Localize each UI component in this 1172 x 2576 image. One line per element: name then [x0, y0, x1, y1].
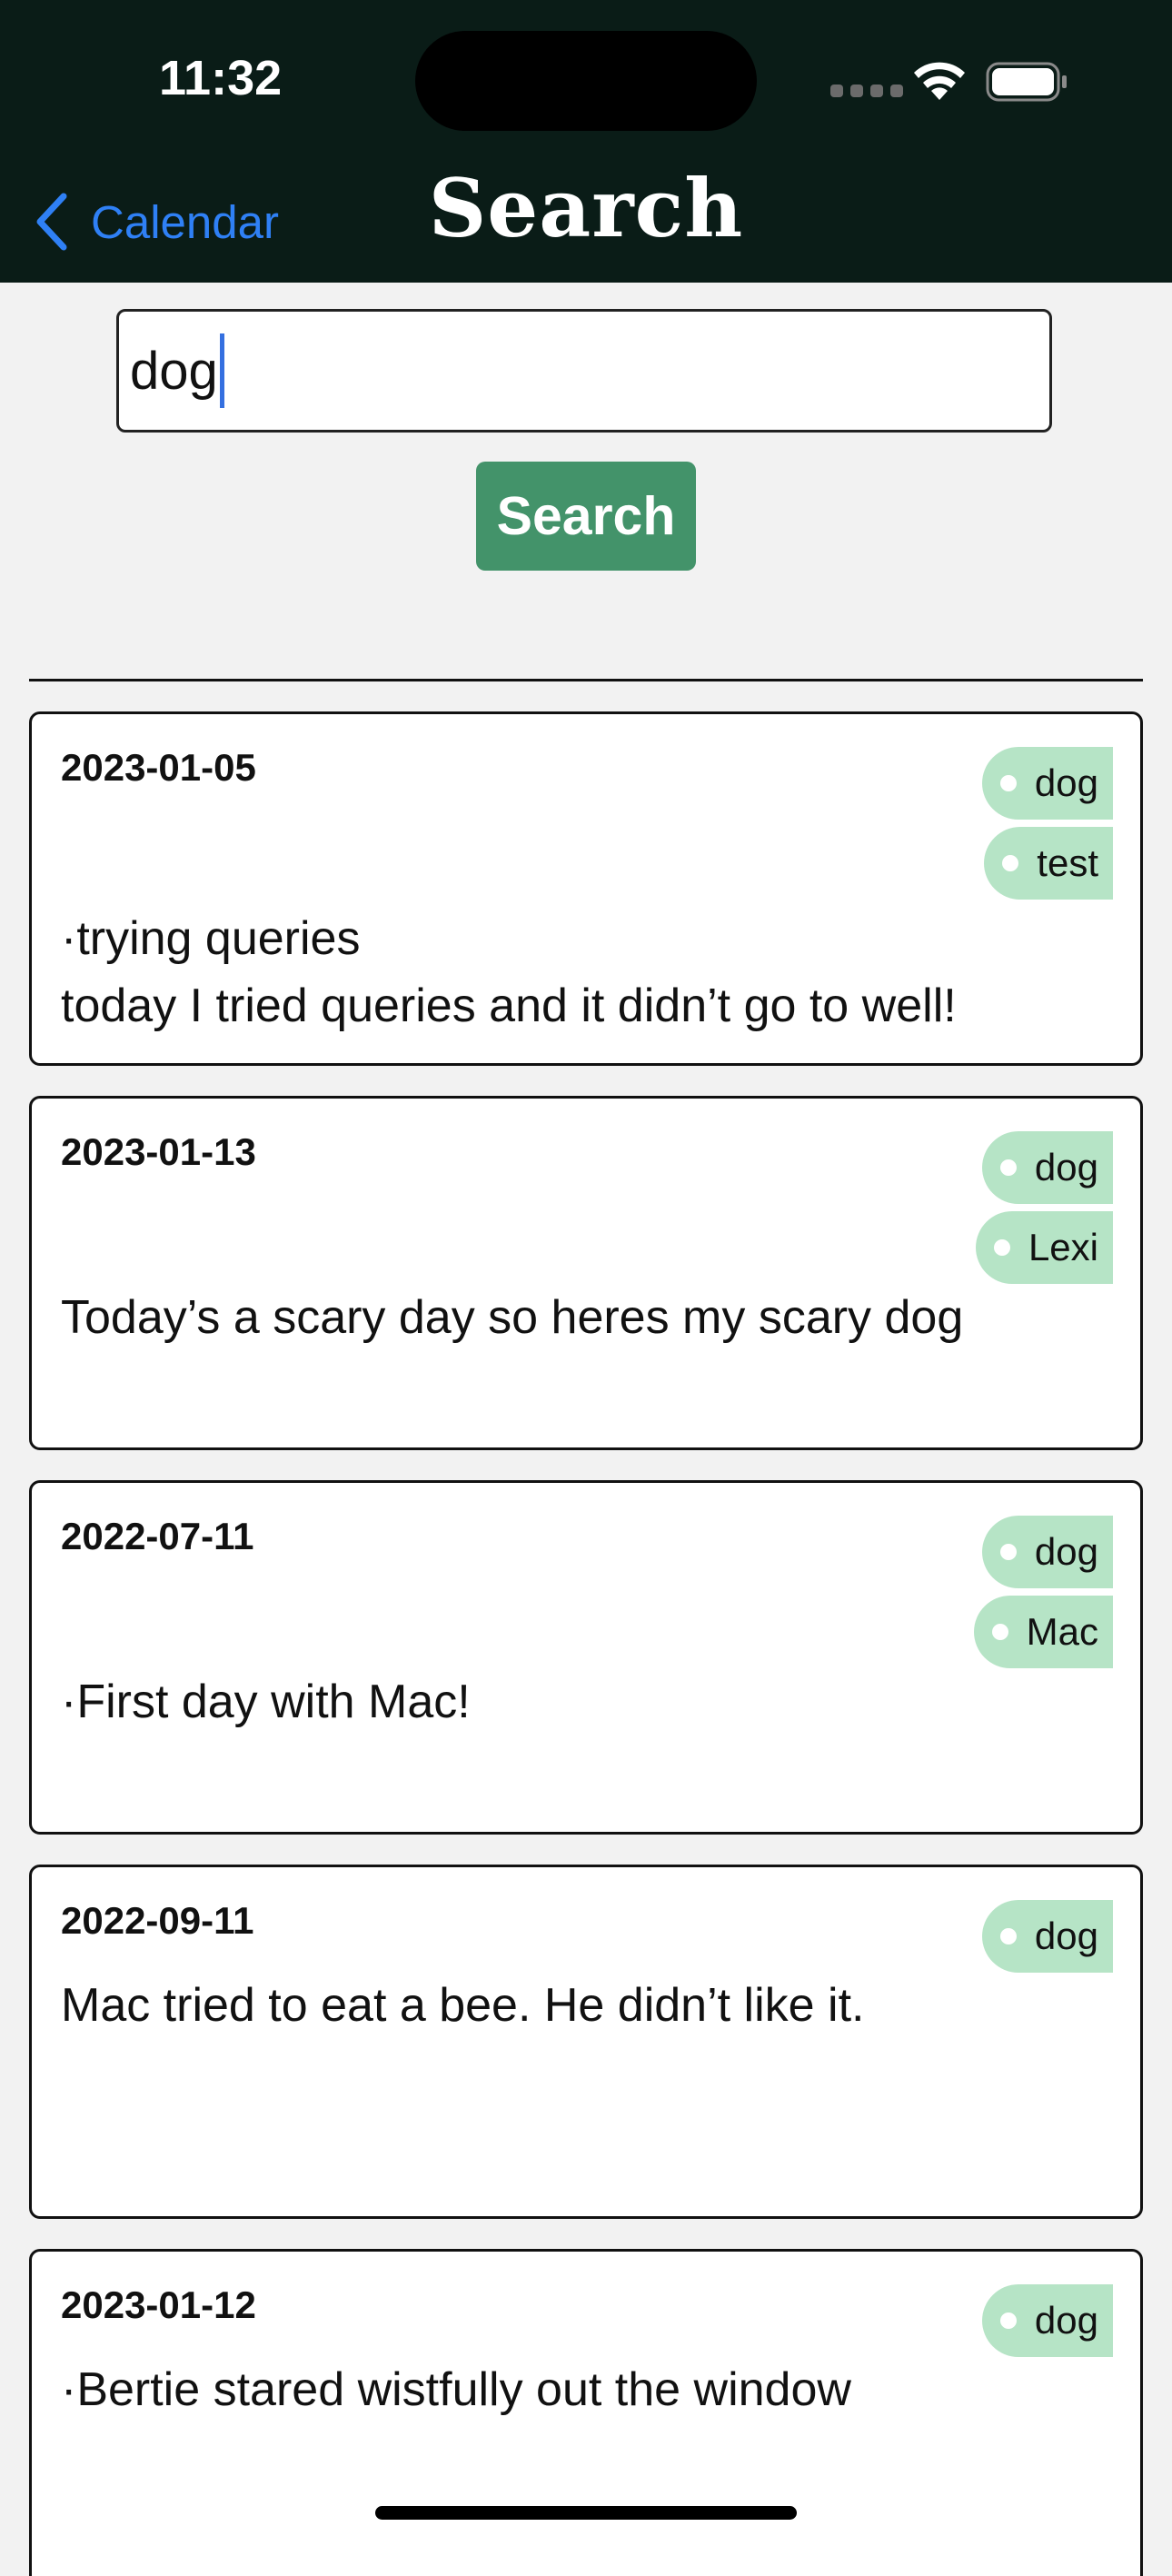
entry-text: Mac tried to eat a bee. He didn’t like i…: [61, 1972, 1111, 2039]
entry-text: Today’s a scary day so heres my scary do…: [61, 1284, 1111, 1351]
entry-text: ·Bertie stared wistfully out the window: [61, 2356, 1111, 2423]
tag-label: dog: [1034, 761, 1098, 804]
entry-date: 2023-01-12: [61, 2283, 256, 2326]
tag-label: dog: [1034, 1530, 1098, 1573]
result-card[interactable]: 2022-07-11 dog Mac ·First day with Mac!: [29, 1480, 1143, 1835]
tag-chip[interactable]: dog: [981, 1900, 1113, 1973]
divider: [29, 679, 1143, 681]
tag-list: dog: [981, 1900, 1113, 1973]
result-card[interactable]: 2022-09-11 dog Mac tried to eat a bee. H…: [29, 1865, 1143, 2219]
tag-chip[interactable]: dog: [981, 2284, 1113, 2357]
text-caret: [219, 333, 224, 408]
tag-dot-icon: [999, 2312, 1017, 2329]
result-card[interactable]: 2023-01-12 dog ·Bertie stared wistfully …: [29, 2249, 1143, 2576]
tag-chip[interactable]: Mac: [973, 1596, 1113, 1668]
battery-icon: [986, 62, 1067, 102]
tag-dot-icon: [999, 1928, 1017, 1944]
entry-date: 2023-01-13: [61, 1130, 256, 1173]
entry-line: Today’s a scary day so heres my scary do…: [61, 1291, 964, 1344]
result-card[interactable]: 2023-01-05 dog test ·trying queries toda…: [29, 711, 1143, 1066]
page-title: Search: [428, 161, 744, 255]
tag-chip[interactable]: dog: [981, 747, 1113, 820]
tag-list: dog test: [981, 747, 1113, 900]
tag-label: Mac: [1026, 1610, 1098, 1653]
tag-dot-icon: [999, 1159, 1017, 1176]
entry-text: ·First day with Mac!: [61, 1668, 1111, 1736]
search-input[interactable]: dog: [116, 309, 1052, 433]
entry-date: 2023-01-05: [61, 746, 256, 789]
tag-label: test: [1037, 841, 1098, 884]
tag-dot-icon: [991, 1624, 1008, 1640]
header: 11:32 Calendar Search: [0, 0, 1172, 283]
tag-list: dog: [981, 2284, 1113, 2357]
tag-dot-icon: [999, 1544, 1017, 1560]
tag-list: dog Mac: [973, 1516, 1113, 1668]
tag-list: dog Lexi: [975, 1131, 1113, 1284]
tag-label: dog: [1034, 2299, 1098, 2342]
tag-dot-icon: [1002, 855, 1019, 871]
entry-line: ·First day with Mac!: [61, 1676, 471, 1728]
tag-chip[interactable]: test: [984, 827, 1113, 900]
tag-chip[interactable]: dog: [981, 1516, 1113, 1588]
cellular-signal-icon: [830, 85, 903, 97]
entry-line: today I tried queries and it didn’t go t…: [61, 980, 957, 1032]
tag-dot-icon: [999, 775, 1017, 791]
tag-label: Lexi: [1028, 1226, 1098, 1268]
entry-line: ·Bertie stared wistfully out the window: [61, 2363, 851, 2416]
result-card[interactable]: 2023-01-13 dog Lexi Today’s a scary day …: [29, 1096, 1143, 1450]
dynamic-island: [415, 31, 757, 131]
entry-date: 2022-07-11: [61, 1515, 254, 1557]
tag-chip[interactable]: dog: [981, 1131, 1113, 1204]
entry-line: ·trying queries: [61, 912, 361, 965]
status-time: 11:32: [159, 51, 283, 105]
tag-label: dog: [1034, 1915, 1098, 1957]
wifi-icon: [914, 62, 965, 100]
tag-label: dog: [1034, 1146, 1098, 1189]
search-query-text: dog: [130, 341, 218, 401]
tag-chip[interactable]: Lexi: [975, 1211, 1113, 1284]
entry-line: Mac tried to eat a bee. He didn’t like i…: [61, 1979, 865, 2032]
entry-text: ·trying queries today I tried queries an…: [61, 905, 1111, 1039]
tag-dot-icon: [993, 1239, 1010, 1256]
search-button[interactable]: Search: [476, 462, 696, 571]
home-indicator: [375, 2506, 797, 2520]
entry-date: 2022-09-11: [61, 1899, 254, 1942]
